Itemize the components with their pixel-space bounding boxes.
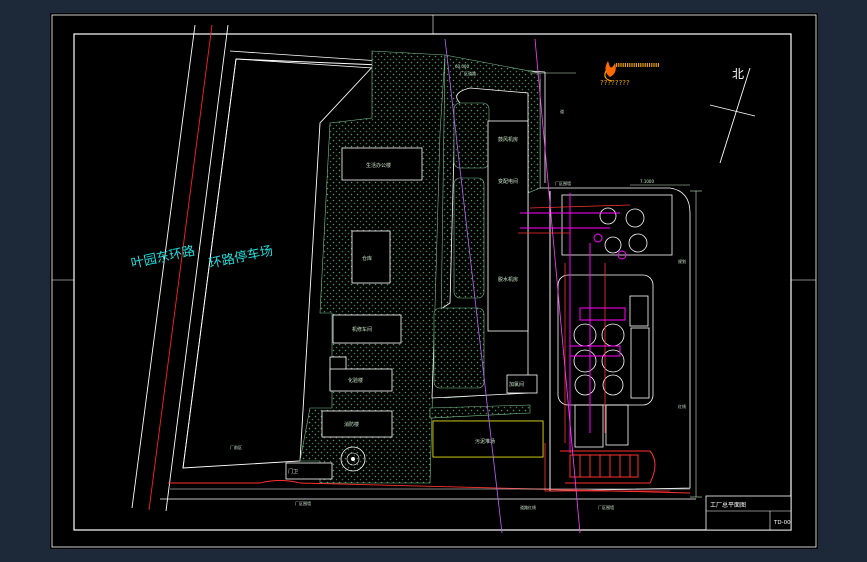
magenta-pipes	[520, 193, 627, 453]
svg-text:厂区道路: 厂区道路	[460, 70, 476, 76]
svg-text:仓库: 仓库	[362, 255, 372, 262]
loop-island-2	[433, 307, 485, 389]
svg-text:消防楼: 消防楼	[344, 421, 359, 428]
svg-text:7.1000: 7.1000	[640, 179, 654, 184]
title-code: TD-00	[773, 520, 791, 526]
svg-text:道路红线: 道路红线	[520, 504, 536, 510]
landscape-area-strip	[429, 404, 531, 419]
loop-island-3	[453, 102, 490, 169]
loop-island-1	[453, 177, 485, 299]
svg-text:化验楼: 化验楼	[348, 377, 363, 384]
svg-text:变配电间: 变配电间	[498, 178, 518, 185]
svg-text:厂区围墙: 厂区围墙	[555, 180, 571, 186]
svg-text:60.000: 60.000	[455, 64, 469, 69]
title-text: 工厂总平面图	[710, 501, 746, 509]
drawing-sheet: 生活办公楼 仓库 机修车间 化验楼 消防楼 门卫 鼓风机房 变配电间 脱水机房 …	[50, 13, 818, 549]
logo-flame-icon	[604, 61, 660, 82]
title-block: 工厂总平面图 TD-00	[705, 495, 792, 531]
east-tanks	[557, 194, 673, 448]
svg-text:生活办公楼: 生活办公楼	[366, 162, 391, 169]
legend-mark-text: ????????	[600, 79, 630, 87]
svg-text:厂前区: 厂前区	[230, 444, 242, 450]
north-label: 北	[732, 67, 744, 81]
dimension-right	[630, 184, 702, 498]
svg-text:鼓风机房: 鼓风机房	[498, 136, 518, 143]
svg-text:道: 道	[560, 108, 564, 114]
svg-text:脱水机房: 脱水机房	[498, 276, 518, 283]
svg-text:红线: 红线	[678, 403, 686, 409]
svg-text:规划: 规划	[678, 258, 686, 264]
parking-label: 环路停车场	[208, 243, 275, 272]
svg-text:机修车间: 机修车间	[352, 326, 372, 333]
sludge-tank-outline	[544, 443, 670, 492]
svg-text:加氯间: 加氯间	[509, 381, 524, 388]
north-arrow-icon: 北	[709, 67, 756, 164]
svg-text:厂区围墙: 厂区围墙	[295, 500, 311, 506]
site-plan: 生活办公楼 仓库 机修车间 化验楼 消防楼 门卫 鼓风机房 变配电间 脱水机房 …	[51, 14, 817, 548]
svg-text:门卫: 门卫	[288, 468, 298, 475]
svg-text:厂区围墙: 厂区围墙	[598, 504, 614, 510]
